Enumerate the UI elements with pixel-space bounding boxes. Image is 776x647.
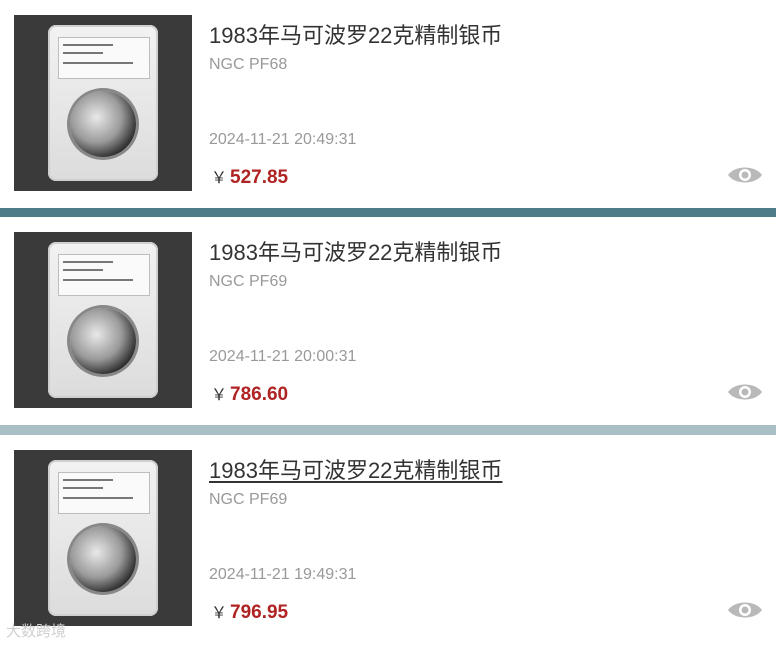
price-value: 786.60 bbox=[230, 384, 289, 405]
item-price: ￥ 796.95 bbox=[211, 599, 288, 624]
item-title[interactable]: 1983年马可波罗22克精制银币 bbox=[209, 235, 502, 267]
eye-icon[interactable] bbox=[726, 381, 764, 403]
item-price: ￥ 786.60 bbox=[211, 381, 288, 406]
coin-slab-image bbox=[48, 242, 158, 398]
currency-symbol: ￥ bbox=[211, 605, 228, 622]
currency-symbol: ￥ bbox=[211, 387, 228, 404]
coin-slab-image bbox=[48, 25, 158, 181]
item-divider bbox=[0, 425, 776, 435]
listing-item[interactable]: 1983年马可波罗22克精制银币 NGC PF68 2024-11-21 20:… bbox=[0, 0, 776, 208]
eye-icon[interactable] bbox=[726, 599, 764, 621]
item-price: ￥ 527.85 bbox=[211, 164, 288, 189]
item-title[interactable]: 1983年马可波罗22克精制银币 bbox=[209, 18, 502, 50]
item-grade: NGC PF69 bbox=[209, 273, 288, 290]
item-timestamp: 2024-11-21 20:49:31 bbox=[209, 131, 357, 148]
coin-thumbnail[interactable] bbox=[14, 232, 192, 408]
item-grade: NGC PF69 bbox=[209, 491, 288, 508]
listing-item[interactable]: 1983年马可波罗22克精制银币 NGC PF69 2024-11-21 20:… bbox=[0, 217, 776, 425]
eye-icon[interactable] bbox=[726, 164, 764, 186]
price-value: 796.95 bbox=[230, 602, 289, 623]
watermark: 大数跨境 bbox=[6, 623, 67, 640]
currency-symbol: ￥ bbox=[211, 170, 228, 187]
item-grade: NGC PF68 bbox=[209, 56, 288, 73]
item-timestamp: 2024-11-21 19:49:31 bbox=[209, 566, 357, 583]
item-title-link[interactable]: 1983年马可波罗22克精制银币 bbox=[209, 453, 502, 485]
item-timestamp: 2024-11-21 20:00:31 bbox=[209, 348, 357, 365]
coin-thumbnail[interactable] bbox=[14, 450, 192, 626]
listing-item[interactable]: 1983年马可波罗22克精制银币 NGC PF69 2024-11-21 19:… bbox=[0, 435, 776, 643]
item-divider bbox=[0, 208, 776, 217]
coin-thumbnail[interactable] bbox=[14, 15, 192, 191]
coin-slab-image bbox=[48, 460, 158, 616]
price-value: 527.85 bbox=[230, 167, 289, 188]
